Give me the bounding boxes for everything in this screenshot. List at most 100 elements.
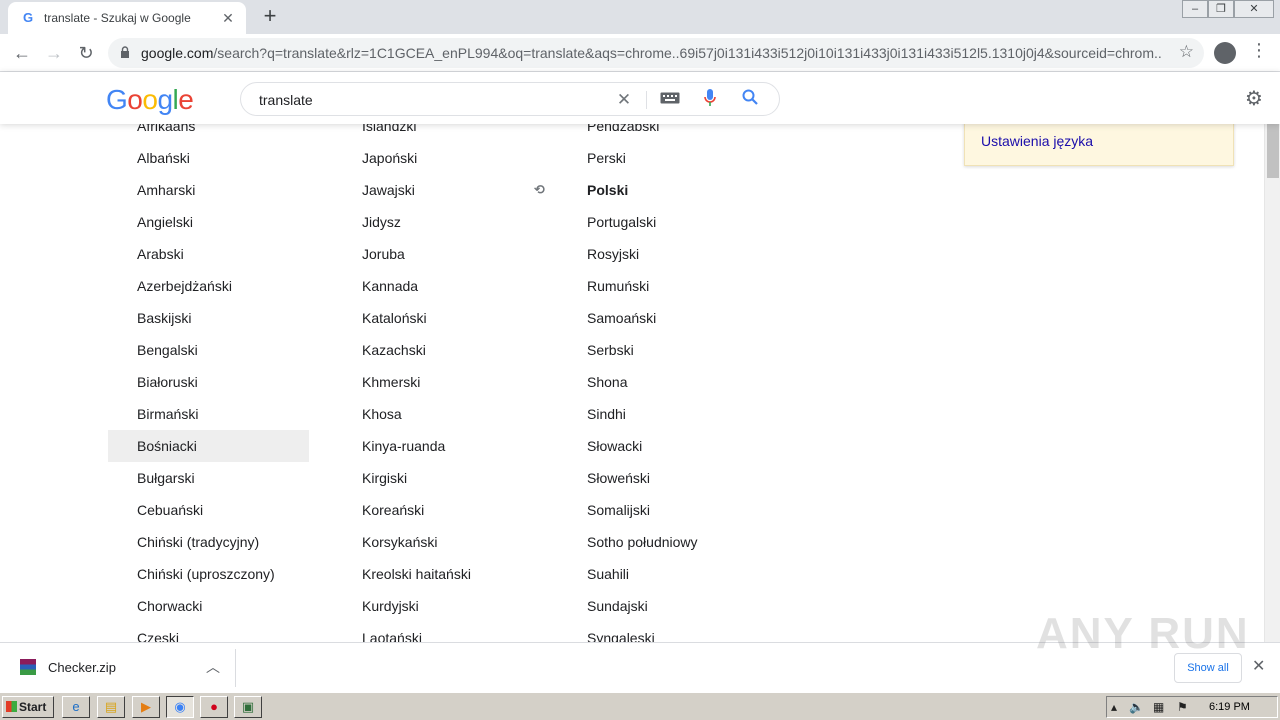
tab-title: translate - Szukaj w Google	[44, 11, 191, 25]
show-all-button[interactable]: Show all	[1174, 653, 1242, 683]
language-option[interactable]: Shona	[558, 366, 698, 398]
language-option[interactable]: Słoweński	[558, 462, 698, 494]
bookmark-star-icon[interactable]: ☆	[1179, 42, 1194, 62]
folder-icon[interactable]: ▤	[97, 696, 125, 718]
start-button[interactable]: Start	[2, 696, 54, 718]
language-label: Pendżabski	[587, 124, 660, 134]
language-option[interactable]: Islandzki	[333, 124, 471, 142]
language-option[interactable]: Kannada	[333, 270, 471, 302]
opera-icon[interactable]: ●	[200, 696, 228, 718]
account-avatar[interactable]	[1214, 42, 1236, 64]
language-option[interactable]: Pendżabski	[558, 124, 698, 142]
language-option[interactable]: Rumuński	[558, 270, 698, 302]
language-option[interactable]: Jawajski	[333, 174, 471, 206]
language-option[interactable]: Arabski	[108, 238, 309, 270]
language-option[interactable]: Słowacki	[558, 430, 698, 462]
chrome-taskbar-icon[interactable]: ◉	[166, 696, 194, 718]
language-option[interactable]: Serbski	[558, 334, 698, 366]
language-option[interactable]: Portugalski	[558, 206, 698, 238]
action-center-flag-icon[interactable]: ⚑	[1177, 700, 1188, 714]
language-option[interactable]: Jidysz	[333, 206, 471, 238]
language-option[interactable]: Bośniacki	[108, 430, 309, 462]
language-option[interactable]: Laotański	[333, 622, 471, 642]
language-option[interactable]: Kreolski haitański	[333, 558, 471, 590]
language-label: Laotański	[362, 630, 422, 642]
language-option[interactable]: Kinya-ruanda	[333, 430, 471, 462]
language-option[interactable]: Perski	[558, 142, 698, 174]
page-scrollbar[interactable]	[1264, 72, 1280, 642]
url-text[interactable]: google.com/search?q=translate&rlz=1C1GCE…	[141, 45, 1161, 61]
restore-button[interactable]: ❐	[1208, 0, 1234, 18]
language-option[interactable]: Koreański	[333, 494, 471, 526]
browser-tab[interactable]: G translate - Szukaj w Google ✕	[8, 2, 246, 34]
language-option[interactable]: Sindhi	[558, 398, 698, 430]
clear-search-icon[interactable]: ✕	[613, 89, 635, 111]
language-option[interactable]: ⟲ Polski	[534, 174, 698, 206]
language-option[interactable]: Rosyjski	[558, 238, 698, 270]
language-option[interactable]: Birmański	[108, 398, 309, 430]
language-option[interactable]: Amharski	[108, 174, 309, 206]
window-close-button[interactable]: ✕	[1234, 0, 1274, 18]
back-button[interactable]: ←	[8, 39, 36, 67]
download-bar-close-icon[interactable]: ✕	[1252, 656, 1265, 676]
language-option[interactable]: Syngaleski	[558, 622, 698, 642]
search-input[interactable]	[259, 90, 599, 110]
language-option[interactable]: Kurdyjski	[333, 590, 471, 622]
language-option[interactable]: Sotho południowy	[558, 526, 698, 558]
language-option[interactable]: Angielski	[108, 206, 309, 238]
app-window-icon[interactable]: ▣	[234, 696, 262, 718]
language-label: Chorwacki	[137, 598, 203, 614]
language-label: Kreolski haitański	[362, 566, 471, 582]
language-option[interactable]: Białoruski	[108, 366, 309, 398]
language-settings-link[interactable]: Ustawienia języka	[981, 133, 1093, 149]
language-option[interactable]: Kataloński	[333, 302, 471, 334]
tray-expand-icon[interactable]: ▴	[1111, 700, 1117, 714]
chevron-up-icon[interactable]: ︿	[206, 657, 220, 677]
language-label: Czeski	[137, 630, 180, 642]
search-submit-icon[interactable]	[739, 89, 761, 111]
language-option[interactable]: Kirgiski	[333, 462, 471, 494]
download-item[interactable]: Checker.zip ︿	[8, 649, 236, 687]
address-bar[interactable]: google.com/search?q=translate&rlz=1C1GCE…	[108, 38, 1204, 68]
logo-letter: G	[106, 84, 128, 115]
network-icon[interactable]: ▦	[1153, 700, 1164, 714]
voice-search-icon[interactable]	[699, 89, 721, 111]
language-option[interactable]: Baskijski	[108, 302, 309, 334]
tab-close-icon[interactable]: ✕	[218, 8, 238, 28]
language-option[interactable]: Chorwacki	[108, 590, 309, 622]
keyboard-icon[interactable]	[659, 89, 681, 111]
language-option[interactable]: Khosa	[333, 398, 471, 430]
language-option[interactable]: Chiński (tradycyjny)	[108, 526, 309, 558]
media-player-icon[interactable]: ▶	[132, 696, 160, 718]
settings-gear-icon[interactable]: ⚙	[1245, 86, 1263, 111]
forward-button[interactable]: →	[40, 39, 68, 67]
language-option[interactable]: Bengalski	[108, 334, 309, 366]
google-logo[interactable]: Google	[106, 84, 194, 116]
language-option[interactable]: Chiński (uproszczony)	[108, 558, 309, 590]
language-label: Islandzki	[362, 124, 417, 134]
language-option[interactable]: Kazachski	[333, 334, 471, 366]
language-option[interactable]: Afrikaans	[108, 124, 309, 142]
language-label: Baskijski	[137, 310, 192, 326]
reload-button[interactable]: ↻	[72, 39, 100, 67]
ie-icon[interactable]: e	[62, 696, 90, 718]
language-option[interactable]: Samoański	[558, 302, 698, 334]
language-label: Somalijski	[587, 502, 651, 518]
language-option[interactable]: Korsykański	[333, 526, 471, 558]
minimize-button[interactable]: –	[1182, 0, 1208, 18]
browser-menu-icon[interactable]: ⋮	[1250, 40, 1268, 61]
language-option[interactable]: Sundajski	[558, 590, 698, 622]
language-option[interactable]: Khmerski	[333, 366, 471, 398]
language-option[interactable]: Somalijski	[558, 494, 698, 526]
new-tab-button[interactable]: +	[258, 4, 282, 28]
language-option[interactable]: Cebuański	[108, 494, 309, 526]
language-option[interactable]: Joruba	[333, 238, 471, 270]
language-option[interactable]: Suahili	[558, 558, 698, 590]
volume-icon[interactable]: 🔈	[1129, 700, 1144, 714]
language-option[interactable]: Albański	[108, 142, 309, 174]
language-option[interactable]: Azerbejdżański	[108, 270, 309, 302]
language-option[interactable]: Japoński	[333, 142, 471, 174]
archive-file-icon	[20, 659, 36, 675]
language-option[interactable]: Bułgarski	[108, 462, 309, 494]
language-option[interactable]: Czeski	[108, 622, 309, 642]
